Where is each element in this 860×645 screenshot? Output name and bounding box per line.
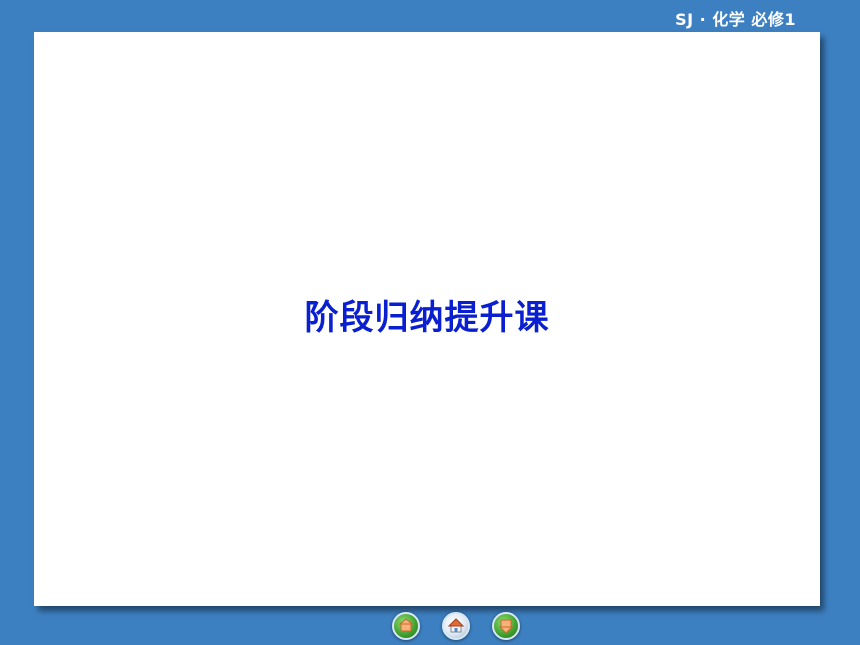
slide-canvas: 阶段归纳提升课 [34,32,820,606]
slide-navigation [392,612,520,640]
previous-page-icon [398,618,414,632]
home-button[interactable] [442,612,470,640]
course-label: SJ · 化学 必修1 [675,10,796,29]
next-page-icon [498,619,514,634]
slide-title: 阶段归纳提升课 [304,298,550,338]
previous-page-button[interactable] [392,612,420,640]
next-page-button[interactable] [492,612,520,640]
home-icon [447,618,465,633]
